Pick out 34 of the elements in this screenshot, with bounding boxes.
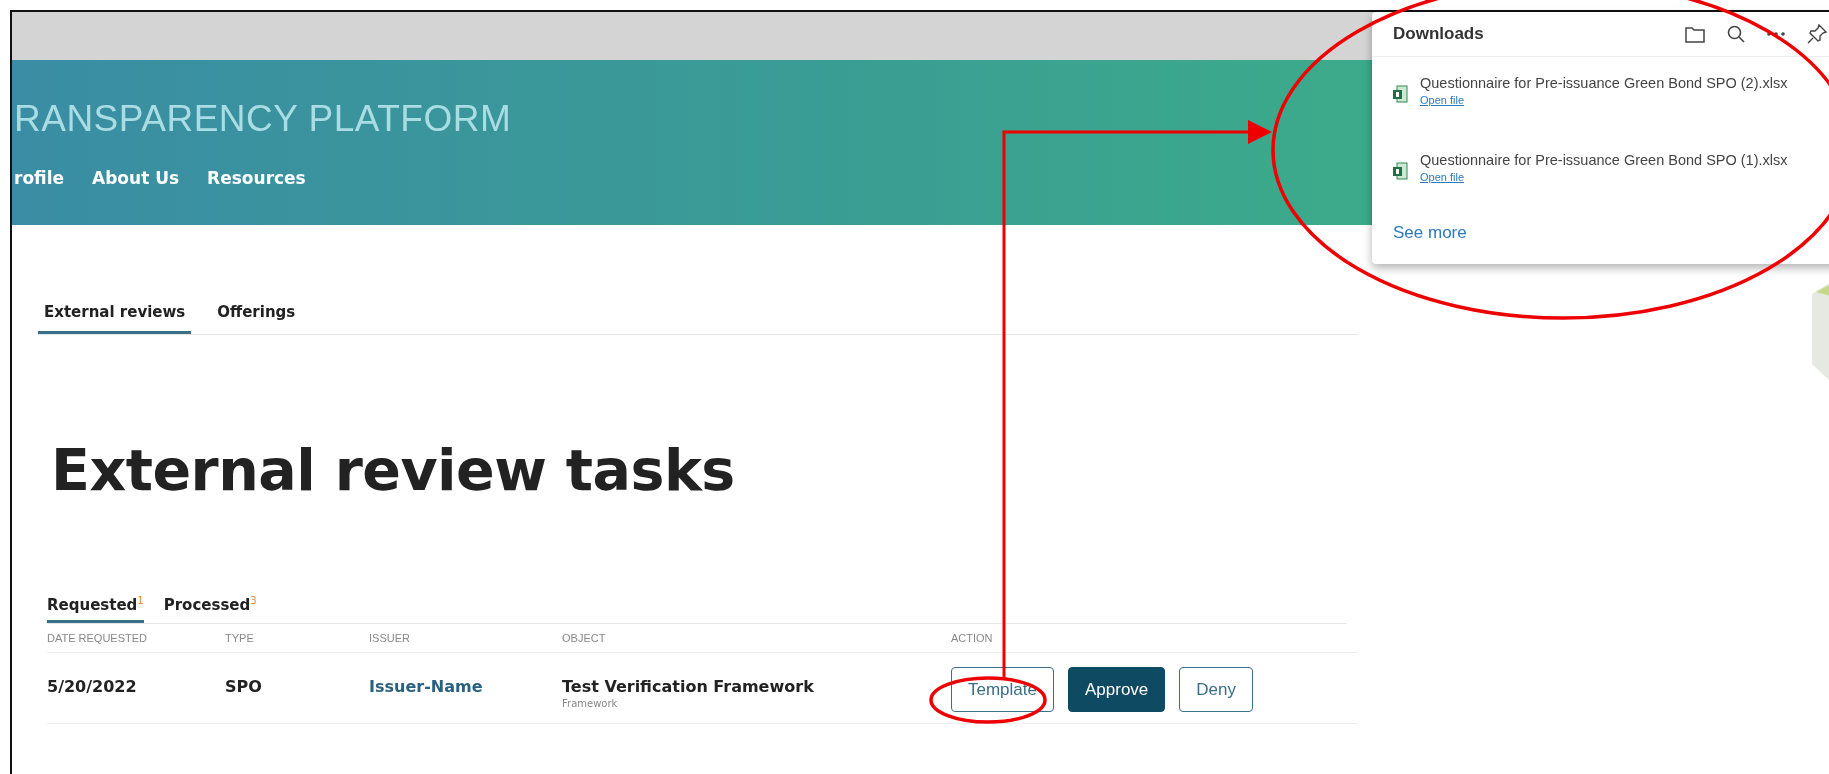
column-header: ACTION (951, 624, 1357, 653)
primary-button[interactable]: Approve (1068, 667, 1166, 712)
nav-link[interactable]: rofile (14, 168, 65, 188)
open-file-link[interactable]: Open file (1420, 94, 1465, 106)
column-header: OBJECT (562, 624, 951, 653)
file-name: Questionnaire for Pre-issuance Green Bond SPO (1).xlsx (1420, 152, 1788, 168)
open-file-link[interactable]: Open file (1420, 171, 1465, 183)
folder-icon[interactable] (1685, 25, 1705, 43)
table-cell: SPO (225, 653, 369, 724)
spreadsheet-file-icon (1392, 162, 1408, 180)
file-name: Questionnaire for Pre-issuance Green Bond SPO (2).xlsx (1420, 75, 1788, 91)
outline-button[interactable]: Template (951, 667, 1054, 712)
spreadsheet-file-icon (1392, 85, 1408, 103)
site-title: RANSPARENCY PLATFORM (14, 98, 512, 140)
tab[interactable]: Requested$^{1}$ (47, 595, 144, 623)
table-cell: 5/20/2022 (47, 653, 225, 724)
issuer-link[interactable]: Issuer-Name (369, 677, 483, 696)
nav-link[interactable]: About Us (92, 168, 180, 188)
object-type: Framework (562, 698, 619, 709)
object-name: Test Verification Framework (562, 677, 815, 696)
column-header: TYPE (225, 624, 369, 653)
page-heading: External review tasks (51, 437, 735, 503)
panel-title: Downloads (1393, 24, 1484, 44)
outline-button[interactable]: Deny (1179, 667, 1253, 712)
nav-link[interactable]: Resources (207, 168, 306, 188)
see-more-link[interactable]: See more (1393, 223, 1467, 243)
tab[interactable]: Processed$^{3}$ (163, 595, 257, 623)
pin-icon[interactable] (1807, 24, 1827, 44)
column-header: DATE REQUESTED (47, 624, 225, 653)
tab[interactable]: External reviews (38, 302, 192, 334)
column-header: ISSUER (369, 624, 562, 653)
more-icon[interactable] (1767, 32, 1785, 36)
search-icon[interactable] (1727, 25, 1745, 43)
tab[interactable]: Offerings (211, 302, 302, 334)
